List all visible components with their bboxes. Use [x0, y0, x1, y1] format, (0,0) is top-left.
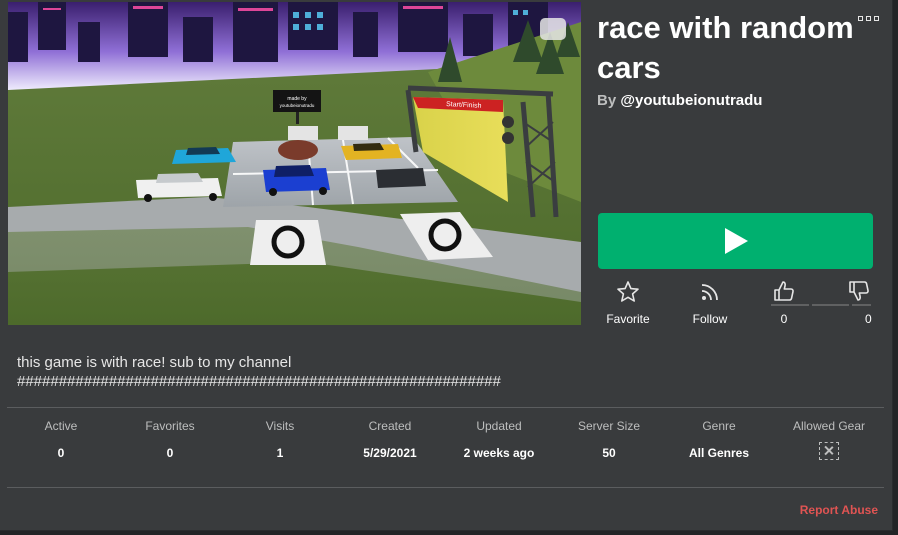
follow-button[interactable]: Follow [680, 280, 740, 326]
divider [7, 407, 884, 408]
svg-text:made by: made by [287, 96, 307, 102]
description-line: ########################################… [17, 373, 501, 390]
no-gear-icon [819, 442, 839, 460]
stat-value: 1 [276, 446, 284, 460]
downvote-count: 0 [865, 312, 872, 326]
creator-link[interactable]: @youtubeionutradu [620, 92, 762, 109]
play-icon [724, 228, 748, 254]
play-button[interactable] [598, 213, 873, 269]
stat-server-size: Server Size 50 [554, 418, 664, 460]
game-description: this game is with race! sub to my channe… [17, 353, 501, 391]
stat-label: Server Size [577, 419, 641, 433]
stat-updated: Updated 2 weeks ago [444, 418, 554, 460]
vote-ratio-bar [771, 304, 871, 306]
upvote-button[interactable]: 0 [773, 280, 795, 326]
thumbs-up-icon [774, 281, 794, 301]
game-details-panel: made by youtubeionutradu Start/Finish ra… [0, 0, 893, 531]
stat-label: Active [44, 419, 78, 433]
stat-label: Genre [702, 419, 736, 433]
stat-label: Created [368, 419, 412, 433]
stat-value: 0 [57, 446, 65, 460]
game-title: race with random cars [597, 10, 854, 85]
stat-value: 5/29/2021 [363, 446, 417, 460]
game-stats: Active 0 Favorites 0 Visits 1 Created 5/… [7, 418, 884, 478]
ellipsis-icon [858, 15, 863, 21]
rss-icon [701, 284, 718, 301]
report-abuse-link[interactable]: Report Abuse [800, 503, 878, 517]
stat-favorites: Favorites 0 [115, 418, 225, 460]
stat-label: Updated [476, 419, 522, 433]
follow-label: Follow [692, 312, 728, 326]
divider [7, 487, 884, 488]
stat-label: Visits [265, 419, 295, 433]
stat-created: Created 5/29/2021 [335, 418, 445, 460]
stat-value[interactable]: All Genres [664, 446, 774, 460]
favorite-button[interactable]: Favorite [598, 280, 658, 326]
svg-text:youtubeionutradu: youtubeionutradu [280, 103, 315, 108]
stat-value: 50 [602, 446, 616, 460]
game-thumbnail[interactable]: made by youtubeionutradu Start/Finish [8, 2, 581, 325]
description-line: this game is with race! sub to my channe… [17, 354, 292, 371]
ellipsis-icon [866, 15, 871, 21]
upvote-count: 0 [780, 312, 788, 326]
stat-visits: Visits 1 [225, 418, 335, 460]
thumbnail-image: made by youtubeionutradu Start/Finish [8, 2, 581, 325]
stat-value: 0 [166, 446, 174, 460]
downvote-button[interactable]: 0 [847, 280, 872, 326]
creator-byline: By @youtubeionutradu [597, 92, 762, 109]
ellipsis-icon [874, 15, 879, 21]
thumbs-down-icon [849, 281, 870, 301]
stat-genre: Genre All Genres [664, 418, 774, 460]
by-label: By [597, 92, 617, 109]
stat-label: Allowed Gear [792, 419, 866, 433]
stat-value: 2 weeks ago [463, 446, 535, 460]
stat-allowed-gear: Allowed Gear [774, 418, 884, 465]
favorite-label: Favorite [606, 312, 650, 326]
stat-active: Active 0 [6, 418, 116, 460]
more-options-button[interactable] [858, 12, 884, 24]
star-icon [617, 281, 639, 302]
stat-label: Favorites [145, 419, 195, 433]
